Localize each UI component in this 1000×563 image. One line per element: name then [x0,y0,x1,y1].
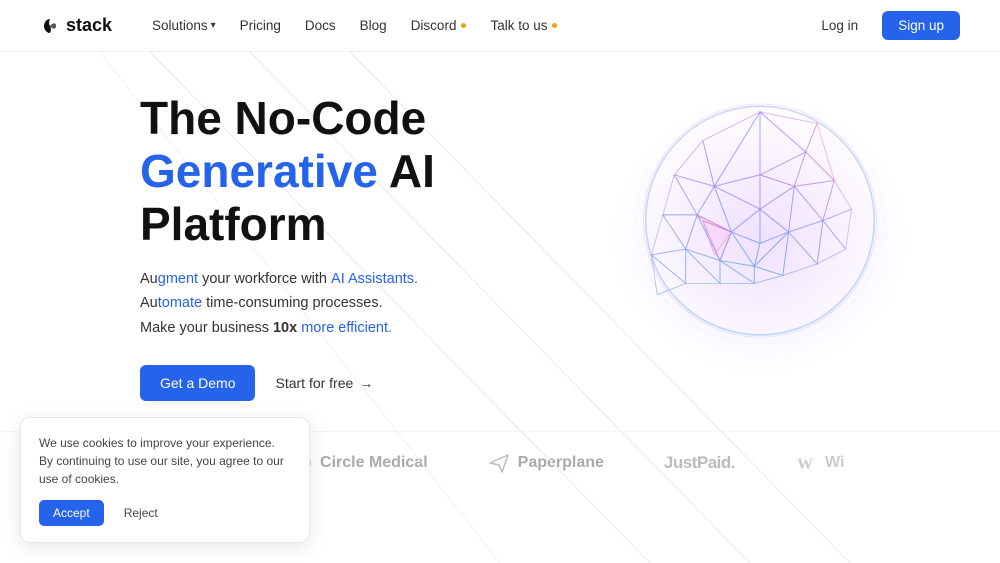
cookie-reject-button[interactable]: Reject [114,500,168,526]
hero-section: The No-Code Generative AI Platform Augme… [0,52,1000,421]
nav-solutions[interactable]: Solutions ▾ [152,18,216,33]
nav-actions: Log in Sign up [809,11,960,40]
chevron-down-icon: ▾ [211,20,216,31]
cookie-text: We use cookies to improve your experienc… [39,434,291,488]
hero-visual [600,72,920,392]
brand-wi: W Wi [795,452,844,474]
logo-icon [40,16,60,36]
hero-subtitle: Augment your workforce with AI Assistant… [140,267,435,341]
discord-badge [461,23,466,28]
nav-blog[interactable]: Blog [360,18,387,33]
svg-text:W: W [797,456,813,473]
logo[interactable]: stack [40,15,112,36]
brand-justpaid: JustPaid. [664,453,735,473]
nav-talk[interactable]: Talk to us [490,18,557,33]
brand-paperplane: Paperplane [488,452,604,474]
nav-pricing[interactable]: Pricing [240,18,281,33]
circle-medical-label: Circle Medical [320,454,428,472]
wi-icon: W [795,452,817,474]
login-button[interactable]: Log in [809,12,870,39]
hero-title: The No-Code Generative AI Platform [140,92,435,251]
cookie-banner: We use cookies to improve your experienc… [20,417,310,543]
nav-links: Solutions ▾ Pricing Docs Blog Discord Ta… [152,18,809,33]
start-free-button[interactable]: Start for free → [275,375,373,391]
justpaid-label: JustPaid. [664,453,735,473]
logo-text: stack [66,15,112,36]
nav-discord[interactable]: Discord [411,18,467,33]
wi-label: Wi [825,454,844,472]
navbar: stack Solutions ▾ Pricing Docs Blog Disc… [0,0,1000,52]
cookie-buttons: Accept Reject [39,500,291,526]
paperplane-icon [488,452,510,474]
hero-buttons: Get a Demo Start for free → [140,365,435,401]
get-demo-button[interactable]: Get a Demo [140,365,255,401]
signup-button[interactable]: Sign up [882,11,960,40]
paperplane-label: Paperplane [518,454,604,472]
hero-text-block: The No-Code Generative AI Platform Augme… [140,92,435,401]
cookie-accept-button[interactable]: Accept [39,500,104,526]
nav-docs[interactable]: Docs [305,18,336,33]
hero-title-blue: Generative [140,145,378,197]
talk-badge [552,23,557,28]
globe-illustration [600,72,920,392]
brand-circle-medical: Circle Medical [290,452,428,474]
